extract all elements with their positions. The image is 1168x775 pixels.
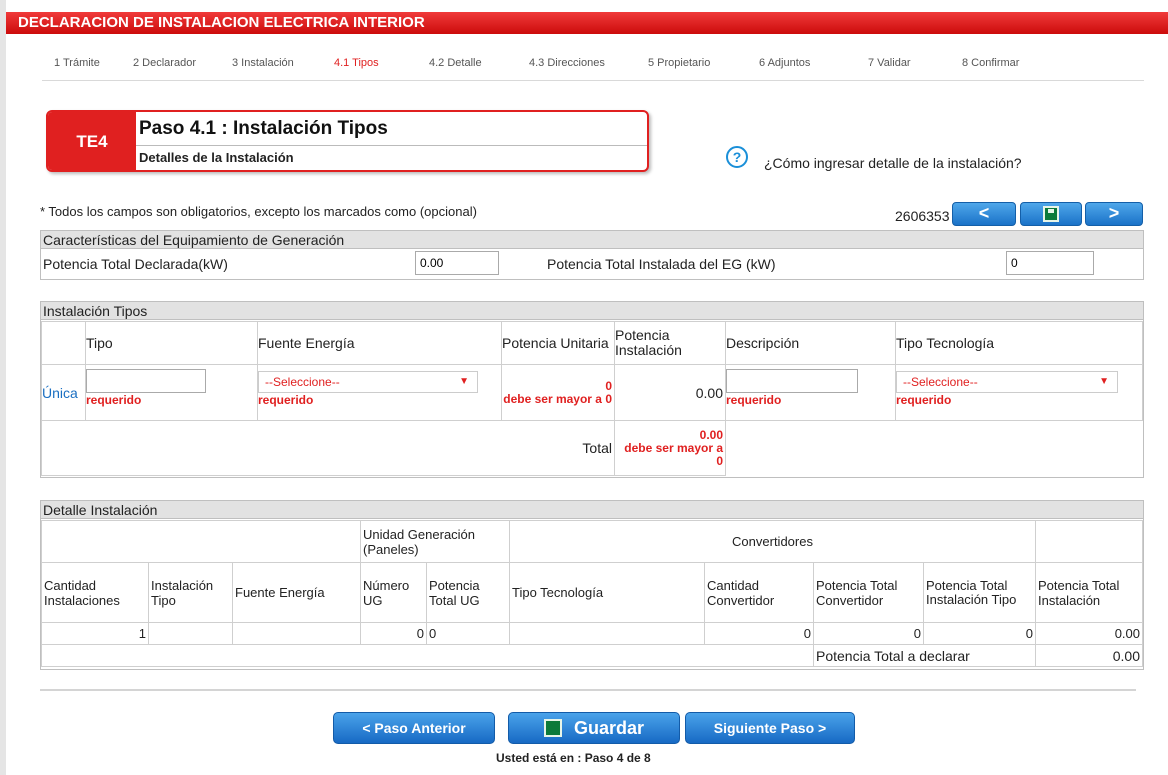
- col-cantidad-instalaciones: Cantidad Instalaciones: [41, 562, 149, 623]
- detail-table: Unidad Generación (Paneles) Convertidore…: [41, 520, 1143, 667]
- step-detalle[interactable]: 4.2 Detalle: [429, 57, 482, 69]
- form-code-tag: TE4: [48, 112, 136, 170]
- step-adjuntos[interactable]: 6 Adjuntos: [759, 57, 810, 69]
- step-tipos[interactable]: 4.1 Tipos: [334, 57, 379, 69]
- col-tipo-tecnologia: Tipo Tecnología: [895, 321, 1143, 365]
- step-validar[interactable]: 7 Validar: [868, 57, 911, 69]
- step-declarador[interactable]: 2 Declarador: [133, 57, 196, 69]
- step-subtitle: Detalles de la Instalación: [136, 145, 647, 169]
- step-instalacion[interactable]: 3 Instalación: [232, 57, 294, 69]
- types-table: Tipo Fuente Energía Potencia Unitaria Po…: [41, 321, 1143, 476]
- col-fuente-energia: Fuente Energía: [257, 321, 502, 365]
- potencia-total-declarar-label: Potencia Total a declarar: [813, 644, 1036, 667]
- types-heading: Instalación Tipos: [41, 302, 1143, 320]
- tecnologia-required: requerido: [896, 393, 952, 407]
- question-circle-icon[interactable]: ?: [726, 146, 748, 168]
- group-convertidores: Convertidores: [509, 520, 1036, 563]
- potencia-unitaria-error: debe ser mayor a 0: [503, 391, 612, 406]
- fuente-required: requerido: [258, 393, 314, 407]
- step-title: Paso 4.1 : Instalación Tipos: [139, 118, 388, 139]
- descripcion-input[interactable]: [726, 369, 858, 393]
- col-potencia-instalacion: Potencia Instalación: [614, 321, 726, 365]
- cell-potencia-total-instalacion-tipo: 0: [923, 622, 1036, 645]
- next-arrow-button[interactable]: >: [1085, 202, 1143, 226]
- installed-power-input[interactable]: [1006, 251, 1094, 275]
- step-header-box: TE4 Paso 4.1 : Instalación Tipos Detalle…: [46, 110, 649, 172]
- descripcion-required: requerido: [726, 393, 782, 407]
- cell-potencia-total-ug: 0: [426, 622, 510, 645]
- tipo-tecnologia-select[interactable]: --Seleccione-- ▼: [896, 371, 1118, 393]
- potencia-total-declarar-value: 0.00: [1035, 644, 1143, 667]
- floppy-disk-icon: [543, 719, 562, 737]
- save-icon-button[interactable]: [1020, 202, 1082, 226]
- dropdown-arrow-icon: ▼: [459, 376, 469, 387]
- save-button[interactable]: Guardar: [508, 712, 680, 744]
- cell-potencia-total-instalacion: 0.00: [1035, 622, 1143, 645]
- declared-power-label: Potencia Total Declarada(kW): [43, 256, 228, 272]
- equipment-heading: Características del Equipamiento de Gene…: [41, 231, 1143, 249]
- cell-cantidad-convertidor: 0: [704, 622, 814, 645]
- group-unidad-generacion: Unidad Generación (Paneles): [360, 520, 510, 563]
- floppy-disk-icon: [1043, 206, 1059, 222]
- required-fields-note: * Todos los campos son obligatorios, exc…: [40, 204, 477, 219]
- col-fuente-energia: Fuente Energía: [232, 562, 361, 623]
- col-tipo-tecnologia: Tipo Tecnología: [509, 562, 705, 623]
- tipo-required: requerido: [86, 393, 142, 407]
- total-value: 0.00: [699, 427, 723, 442]
- total-label: Total: [41, 420, 615, 476]
- step-status: Usted está en : Paso 4 de 8: [496, 751, 651, 765]
- col-numero-ug: Número UG: [360, 562, 427, 623]
- step-tramite[interactable]: 1 Trámite: [54, 57, 100, 69]
- total-error: debe ser mayor a 0: [624, 440, 723, 468]
- detail-panel: Detalle Instalación Unidad Generación (P…: [40, 500, 1144, 670]
- cell-tipo-tecnologia: [509, 622, 705, 645]
- cell-instalacion-tipo: [148, 622, 233, 645]
- divider: [40, 689, 1136, 691]
- detail-heading: Detalle Instalación: [41, 501, 1143, 519]
- cell-numero-ug: 0: [360, 622, 427, 645]
- fuente-energia-select-value: --Seleccione--: [265, 375, 340, 389]
- save-button-label: Guardar: [573, 718, 645, 738]
- fuente-energia-select[interactable]: --Seleccione-- ▼: [258, 371, 478, 393]
- col-descripcion: Descripción: [725, 321, 896, 365]
- help-link[interactable]: ¿Cómo ingresar detalle de la instalación…: [764, 155, 1022, 171]
- tipo-input[interactable]: [86, 369, 206, 393]
- left-rail: [0, 0, 6, 775]
- installed-power-label: Potencia Total Instalada del EG (kW): [547, 256, 776, 272]
- step-direcciones[interactable]: 4.3 Direcciones: [529, 57, 605, 69]
- step-confirmar[interactable]: 8 Confirmar: [962, 57, 1019, 69]
- potencia-instalacion-value: 0.00: [614, 364, 726, 421]
- col-potencia-total-instalacion: Potencia Total Instalación: [1035, 562, 1143, 623]
- col-instalacion-tipo: Instalación Tipo: [148, 562, 233, 623]
- previous-step-button[interactable]: < Paso Anterior: [333, 712, 495, 744]
- col-potencia-total-ug: Potencia Total UG: [426, 562, 510, 623]
- page-title-bar: DECLARACION DE INSTALACION ELECTRICA INT…: [6, 12, 1168, 34]
- col-potencia-total-instalacion-tipo: Potencia Total Instalación Tipo: [923, 562, 1036, 623]
- equipment-panel: Características del Equipamiento de Gene…: [40, 230, 1144, 280]
- prev-arrow-button[interactable]: <: [952, 202, 1016, 226]
- cell-cantidad: 1: [41, 622, 149, 645]
- step-propietario[interactable]: 5 Propietario: [648, 57, 710, 69]
- next-step-button[interactable]: Siguiente Paso >: [685, 712, 855, 744]
- col-cantidad-convertidor: Cantidad Convertidor: [704, 562, 814, 623]
- cell-fuente-energia: [232, 622, 361, 645]
- row-label-unica[interactable]: Única: [41, 364, 86, 421]
- declared-power-input[interactable]: [415, 251, 499, 275]
- col-tipo: Tipo: [85, 321, 258, 365]
- table-row: 1 0 0 0 0 0 0.00: [41, 622, 1143, 645]
- dropdown-arrow-icon: ▼: [1099, 376, 1109, 387]
- tipo-tecnologia-select-value: --Seleccione--: [903, 375, 978, 389]
- potencia-unitaria-value: 0: [605, 378, 612, 393]
- col-potencia-total-convertidor: Potencia Total Convertidor: [813, 562, 924, 623]
- step-nav: 1 Trámite 2 Declarador 3 Instalación 4.1…: [42, 51, 1144, 81]
- cell-potencia-total-convertidor: 0: [813, 622, 924, 645]
- types-panel: Instalación Tipos Tipo Fuente Energía Po…: [40, 301, 1144, 478]
- record-id: 2606353: [895, 208, 950, 224]
- col-potencia-unitaria: Potencia Unitaria: [501, 321, 615, 365]
